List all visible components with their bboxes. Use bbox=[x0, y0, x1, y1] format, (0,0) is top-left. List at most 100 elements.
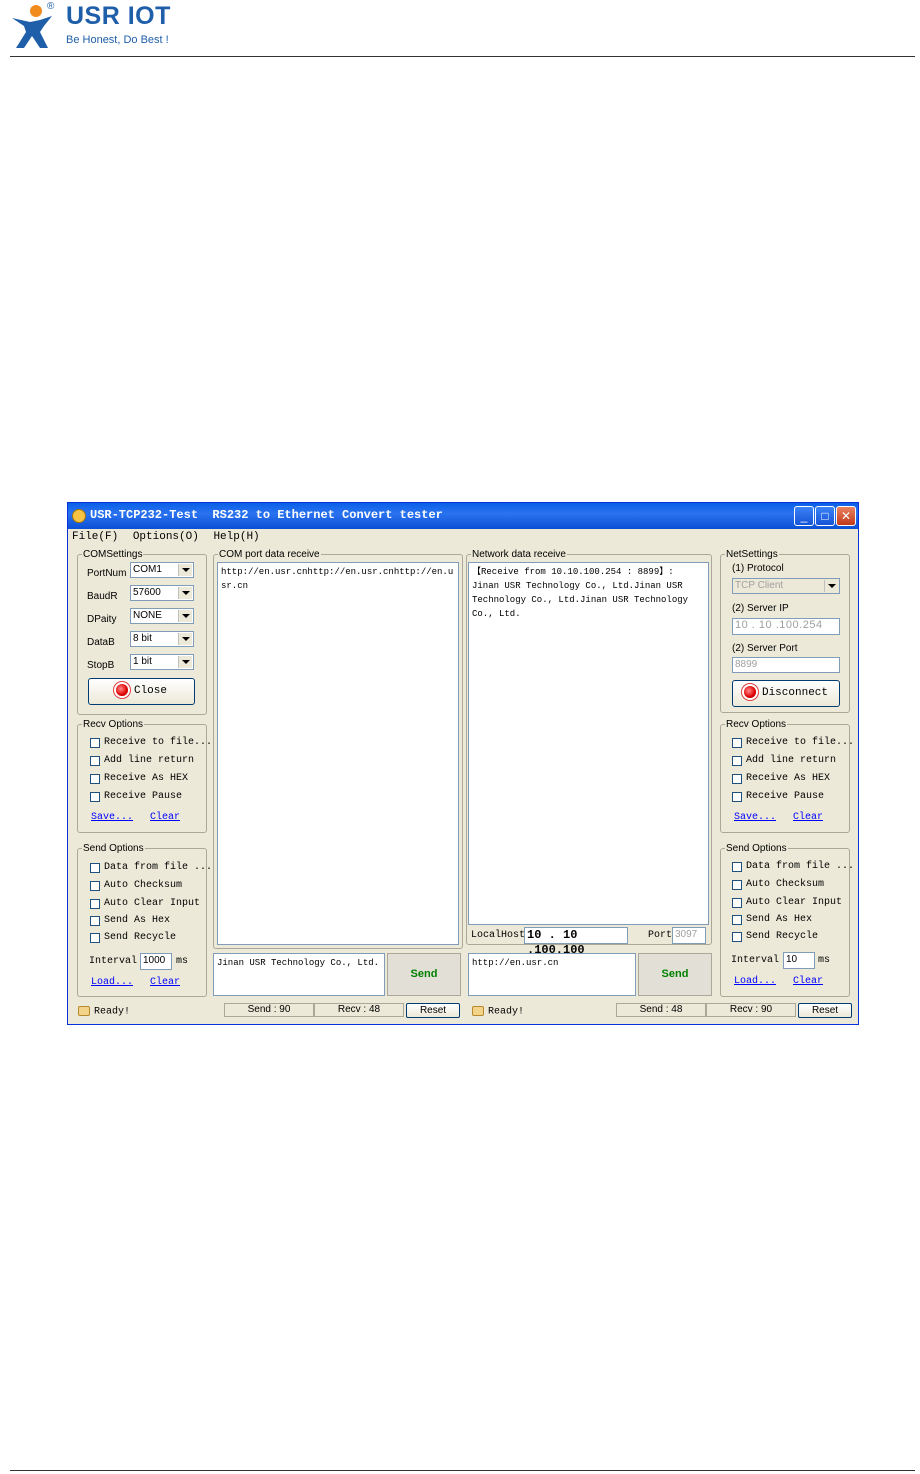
chevron-down-icon[interactable] bbox=[824, 580, 838, 592]
left-save-link[interactable]: Save... bbox=[91, 812, 133, 823]
chevron-down-icon[interactable] bbox=[178, 656, 192, 668]
left-recv-option-label: Receive As HEX bbox=[104, 773, 189, 784]
close-port-button[interactable]: Close bbox=[88, 678, 195, 705]
chevron-down-icon[interactable] bbox=[178, 610, 192, 622]
left-auto-checksum-checkbox[interactable] bbox=[90, 881, 100, 891]
right-recv-hex-checkbox[interactable] bbox=[732, 774, 742, 784]
status-led-icon bbox=[115, 684, 128, 697]
maximize-icon: □ bbox=[821, 509, 829, 523]
baud-select[interactable]: 57600 bbox=[130, 585, 194, 601]
right-recv-pause-checkbox[interactable] bbox=[732, 792, 742, 802]
left-reset-button[interactable]: Reset bbox=[406, 1003, 460, 1018]
chevron-down-icon[interactable] bbox=[178, 587, 192, 599]
left-recv-option-label: Receive Pause bbox=[104, 791, 183, 802]
right-send-option-label: Send As Hex bbox=[746, 914, 813, 925]
left-auto-clear-input-checkbox[interactable] bbox=[90, 899, 100, 909]
net-send-button[interactable]: Send bbox=[638, 953, 712, 996]
left-recv-legend: Recv Options bbox=[83, 719, 144, 730]
stopbits-value: 1 bit bbox=[133, 656, 152, 667]
local-port-input[interactable]: 3097 bbox=[672, 927, 706, 944]
parity-value: NONE bbox=[133, 610, 162, 621]
chevron-down-icon[interactable] bbox=[178, 564, 192, 576]
net-receive-legend: Network data receive bbox=[472, 549, 566, 560]
right-interval-label: Interval bbox=[731, 955, 780, 966]
right-send-option-label: Data from file ... bbox=[746, 861, 855, 872]
stopbits-select[interactable]: 1 bit bbox=[130, 654, 194, 670]
net-receive-textarea[interactable]: 【Receive from 10.10.100.254 : 8899】: Jin… bbox=[468, 562, 709, 925]
ip-octet: 10 bbox=[735, 619, 749, 631]
portnum-value: COM1 bbox=[133, 564, 162, 575]
header-divider bbox=[10, 56, 915, 57]
protocol-label: (1) Protocol bbox=[732, 563, 784, 574]
right-send-as-hex-checkbox[interactable] bbox=[732, 915, 742, 925]
right-recv-count: Recv : 90 bbox=[706, 1003, 796, 1017]
databits-label: DataB bbox=[87, 637, 115, 648]
brand-slogan: Be Honest, Do Best ! bbox=[66, 34, 169, 46]
left-load-link[interactable]: Load... bbox=[91, 977, 133, 988]
chevron-down-icon[interactable] bbox=[178, 633, 192, 645]
server-ip-field[interactable]: 10 . 10 .100.254 bbox=[732, 618, 840, 635]
disconnect-button[interactable]: Disconnect bbox=[732, 680, 840, 707]
maximize-button[interactable]: □ bbox=[815, 506, 835, 526]
right-send-recycle-checkbox[interactable] bbox=[732, 932, 742, 942]
portnum-label: PortNum bbox=[87, 568, 127, 579]
right-send-option-label: Auto Clear Input bbox=[746, 897, 843, 908]
title-bar[interactable]: USR-TCP232-Test RS232 to Ethernet Conver… bbox=[68, 503, 858, 529]
left-data-from-file-checkbox[interactable] bbox=[90, 863, 100, 873]
right-auto-clear-input-checkbox[interactable] bbox=[732, 898, 742, 908]
net-settings-legend: NetSettings bbox=[726, 549, 778, 560]
ip-octet: 10 bbox=[758, 619, 773, 631]
net-send-textarea[interactable]: http://en.usr.cn bbox=[468, 953, 636, 996]
com-send-button[interactable]: Send bbox=[387, 953, 461, 996]
databits-select[interactable]: 8 bit bbox=[130, 631, 194, 647]
right-send-option-label: Send Recycle bbox=[746, 931, 819, 942]
left-recv-clear-link[interactable]: Clear bbox=[150, 812, 180, 823]
right-interval-input[interactable]: 10 bbox=[783, 952, 815, 969]
localhost-ip-field[interactable]: 10 . 10 .100.100 bbox=[524, 927, 628, 957]
right-reset-button[interactable]: Reset bbox=[798, 1003, 852, 1018]
right-save-link[interactable]: Save... bbox=[734, 812, 776, 823]
right-data-from-file-checkbox[interactable] bbox=[732, 862, 742, 872]
left-interval-input[interactable]: 1000 bbox=[140, 953, 172, 970]
menu-options[interactable]: Options(O) bbox=[133, 531, 199, 543]
server-port-input[interactable]: 8899 bbox=[732, 657, 840, 673]
com-send-textarea[interactable]: Jinan USR Technology Co., Ltd. bbox=[213, 953, 385, 996]
ip-octet: 100 bbox=[779, 619, 800, 631]
com-receive-textarea[interactable]: http://en.usr.cnhttp://en.usr.cnhttp://e… bbox=[217, 562, 459, 945]
close-icon: ✕ bbox=[840, 509, 852, 523]
registered-mark: ® bbox=[47, 1, 55, 12]
right-send-clear-link[interactable]: Clear bbox=[793, 976, 823, 987]
minimize-button[interactable]: _ bbox=[794, 506, 814, 526]
left-recv-hex-checkbox[interactable] bbox=[90, 774, 100, 784]
left-recv-count: Recv : 48 bbox=[314, 1003, 404, 1017]
close-window-button[interactable]: ✕ bbox=[836, 506, 856, 526]
menu-help[interactable]: Help(H) bbox=[213, 531, 259, 543]
right-auto-checksum-checkbox[interactable] bbox=[732, 880, 742, 890]
left-interval-label: Interval bbox=[89, 956, 138, 967]
com-settings-legend: COMSettings bbox=[83, 549, 143, 560]
left-send-clear-link[interactable]: Clear bbox=[150, 977, 180, 988]
left-send-as-hex-checkbox[interactable] bbox=[90, 916, 100, 926]
localhost-label: LocalHost bbox=[471, 930, 526, 941]
parity-select[interactable]: NONE bbox=[130, 608, 194, 624]
left-add-line-return-checkbox[interactable] bbox=[90, 756, 100, 766]
stopbits-label: StopB bbox=[87, 660, 115, 671]
brand-name: USR IOT bbox=[66, 2, 171, 30]
hand-pointer-icon bbox=[78, 1006, 90, 1016]
left-recv-to-file-checkbox[interactable] bbox=[90, 738, 100, 748]
left-send-option-label: Send As Hex bbox=[104, 915, 171, 926]
left-recv-pause-checkbox[interactable] bbox=[90, 792, 100, 802]
left-send-legend: Send Options bbox=[83, 843, 144, 854]
menu-file[interactable]: File(F) bbox=[72, 531, 118, 543]
right-status-ready: Ready! bbox=[472, 1006, 524, 1018]
right-add-line-return-checkbox[interactable] bbox=[732, 756, 742, 766]
portnum-select[interactable]: COM1 bbox=[130, 562, 194, 578]
protocol-select[interactable]: TCP Client bbox=[732, 578, 840, 594]
left-recv-option-label: Receive to file... bbox=[104, 737, 213, 748]
right-recv-clear-link[interactable]: Clear bbox=[793, 812, 823, 823]
app-window: USR-TCP232-Test RS232 to Ethernet Conver… bbox=[67, 502, 859, 1025]
right-recv-to-file-checkbox[interactable] bbox=[732, 738, 742, 748]
right-load-link[interactable]: Load... bbox=[734, 976, 776, 987]
left-send-recycle-checkbox[interactable] bbox=[90, 933, 100, 943]
left-interval-unit: ms bbox=[176, 956, 189, 967]
